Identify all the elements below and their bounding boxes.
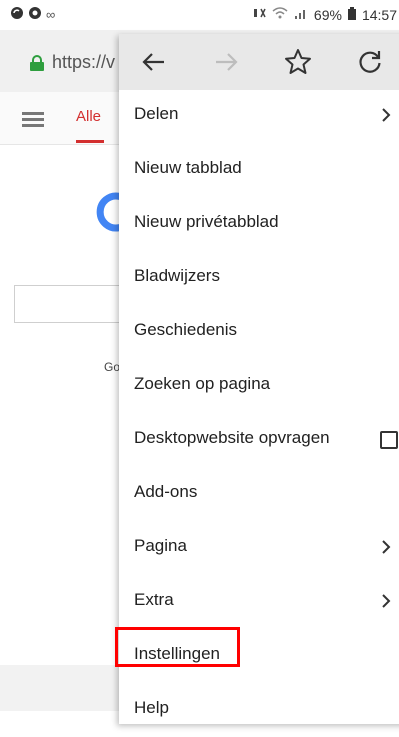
menu-item-zoeken-op-pagina[interactable]: Zoeken op pagina bbox=[119, 359, 399, 413]
menu-toolbar bbox=[119, 34, 399, 90]
wifi-icon bbox=[272, 6, 288, 23]
menu-item-delen[interactable]: Delen bbox=[119, 89, 399, 143]
clock: 14:57 bbox=[361, 6, 397, 23]
menu-item-label: Bladwijzers bbox=[134, 266, 220, 285]
forward-icon[interactable] bbox=[211, 47, 241, 77]
lock-icon bbox=[28, 55, 46, 71]
desktop-site-checkbox[interactable] bbox=[380, 431, 398, 449]
menu-item-bladwijzers[interactable]: Bladwijzers bbox=[119, 251, 399, 305]
url-text[interactable]: https://v bbox=[52, 52, 115, 73]
menu-item-label: Desktopwebsite opvragen bbox=[134, 428, 330, 447]
menu-item-help[interactable]: Help bbox=[119, 683, 399, 737]
voicemail-icon: ∞ bbox=[46, 7, 56, 22]
menu-item-pagina[interactable]: Pagina bbox=[119, 521, 399, 575]
signal-icon bbox=[294, 6, 308, 23]
status-bar: ∞ 69% 14:57 bbox=[0, 0, 399, 30]
menu-item-label: Nieuw tabblad bbox=[134, 158, 242, 177]
chevron-right-icon bbox=[381, 593, 391, 609]
menu-item-desktopwebsite-opvragen[interactable]: Desktopwebsite opvragen bbox=[119, 413, 399, 467]
menu-item-label: Geschiedenis bbox=[134, 320, 238, 339]
menu-item-geschiedenis[interactable]: Geschiedenis bbox=[119, 305, 399, 359]
reload-icon[interactable] bbox=[355, 47, 385, 77]
menu-item-nieuw-privetabblad[interactable]: Nieuw privétabblad bbox=[119, 197, 399, 251]
hamburger-menu-icon[interactable] bbox=[22, 112, 44, 127]
menu-item-add-ons[interactable]: Add-ons bbox=[119, 467, 399, 521]
chevron-right-icon bbox=[381, 539, 391, 555]
battery-percent: 69% bbox=[313, 6, 342, 23]
menu-item-label: Help bbox=[134, 698, 169, 717]
sync-icon bbox=[10, 6, 24, 23]
chrome-icon bbox=[28, 6, 42, 23]
menu-item-label: Instellingen bbox=[134, 644, 221, 663]
tab-active-indicator bbox=[76, 140, 104, 143]
tab-alle[interactable]: Alle bbox=[76, 108, 101, 125]
overflow-menu: Delen Nieuw tabblad Nieuw privétabblad B… bbox=[119, 34, 399, 724]
search-input[interactable] bbox=[14, 285, 136, 323]
back-icon[interactable] bbox=[139, 47, 169, 77]
menu-item-label: Delen bbox=[134, 104, 179, 123]
menu-item-nieuw-tabblad[interactable]: Nieuw tabblad bbox=[119, 143, 399, 197]
bookmark-star-icon[interactable] bbox=[283, 47, 313, 77]
menu-item-label: Nieuw privétabblad bbox=[134, 212, 279, 231]
menu-item-label: Pagina bbox=[134, 536, 187, 555]
menu-item-label: Extra bbox=[134, 590, 174, 609]
battery-icon bbox=[347, 6, 356, 23]
menu-item-label: Add-ons bbox=[134, 482, 198, 501]
menu-item-label: Zoeken op pagina bbox=[134, 374, 271, 393]
mute-icon bbox=[252, 6, 266, 23]
menu-item-extra[interactable]: Extra bbox=[119, 575, 399, 629]
status-right: 69% 14:57 bbox=[252, 6, 397, 23]
status-left-icons: ∞ bbox=[10, 6, 55, 23]
partial-page-text: Go bbox=[104, 360, 121, 374]
chevron-right-icon bbox=[381, 107, 391, 123]
menu-item-instellingen[interactable]: Instellingen bbox=[119, 629, 399, 683]
